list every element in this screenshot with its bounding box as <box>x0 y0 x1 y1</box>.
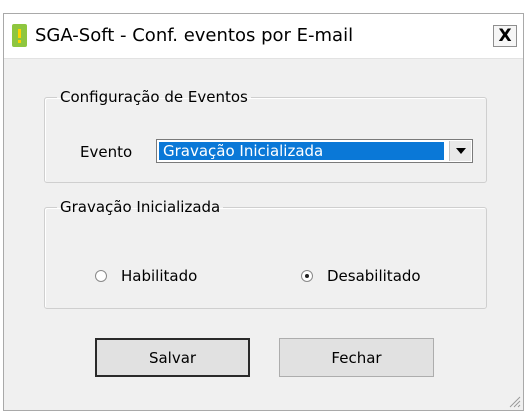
close-button[interactable]: Fechar <box>279 338 434 377</box>
eventos-config-legend: Configuração de Eventos <box>60 88 248 106</box>
evento-selected-value: Gravação Inicializada <box>159 142 444 160</box>
radio-habilitado-label[interactable]: Habilitado <box>121 267 197 285</box>
app-icon <box>12 24 27 47</box>
dialog-window: SGA-Soft - Conf. eventos por E-mail X Co… <box>3 13 524 411</box>
radio-desabilitado[interactable]: Desabilitado <box>301 267 421 285</box>
title-bar[interactable]: SGA-Soft - Conf. eventos por E-mail X <box>4 14 523 59</box>
radio-habilitado[interactable]: Habilitado <box>95 267 197 285</box>
eventos-config-group: Configuração de Eventos Evento Gravação … <box>44 89 487 183</box>
window-title: SGA-Soft - Conf. eventos por E-mail <box>35 25 354 46</box>
evento-dropdown[interactable]: Gravação Inicializada <box>156 139 473 163</box>
save-button[interactable]: Salvar <box>95 338 250 377</box>
resize-grip-icon[interactable] <box>507 394 521 408</box>
evento-label: Evento <box>80 143 133 161</box>
radio-unchecked-icon[interactable] <box>95 270 107 282</box>
radio-checked-icon[interactable] <box>301 270 313 282</box>
radio-desabilitado-label[interactable]: Desabilitado <box>327 267 421 285</box>
close-icon: X <box>498 25 512 46</box>
gravacao-group: Gravação Inicializada Habilitado Desabil… <box>44 199 487 309</box>
chevron-down-icon <box>455 148 466 154</box>
close-window-button[interactable]: X <box>493 25 517 47</box>
dropdown-arrow-button[interactable] <box>449 141 471 161</box>
gravacao-legend: Gravação Inicializada <box>60 198 221 216</box>
